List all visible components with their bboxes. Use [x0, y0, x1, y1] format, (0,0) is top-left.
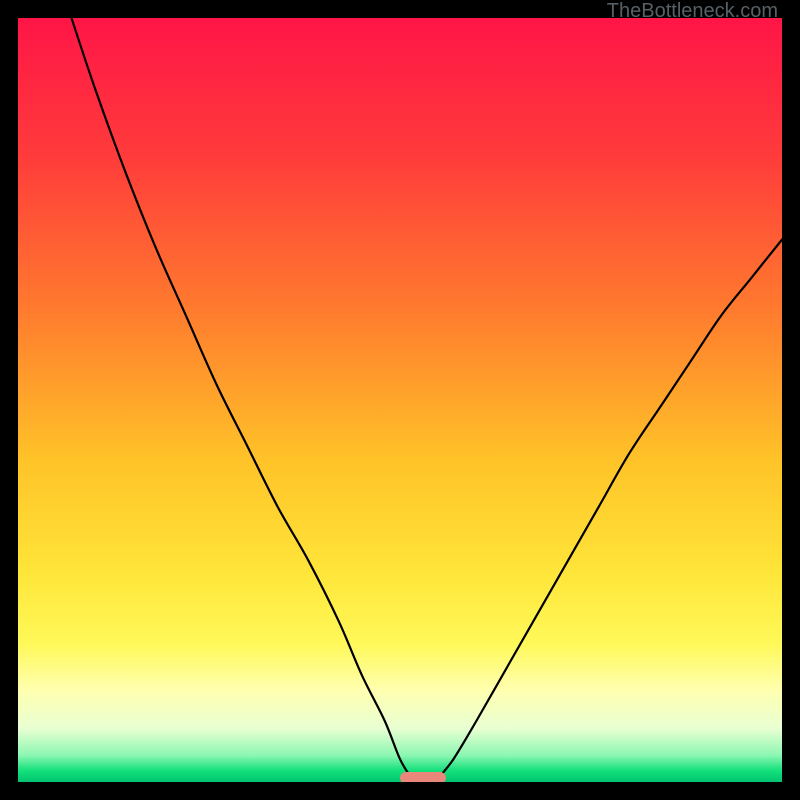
curve-right-branch [438, 240, 782, 779]
bottleneck-marker [400, 772, 446, 782]
watermark-text: TheBottleneck.com [607, 0, 778, 23]
curve-layer [18, 18, 782, 782]
chart-frame: TheBottleneck.com [0, 0, 800, 800]
curve-left-branch [71, 18, 411, 778]
plot-area [18, 18, 782, 782]
